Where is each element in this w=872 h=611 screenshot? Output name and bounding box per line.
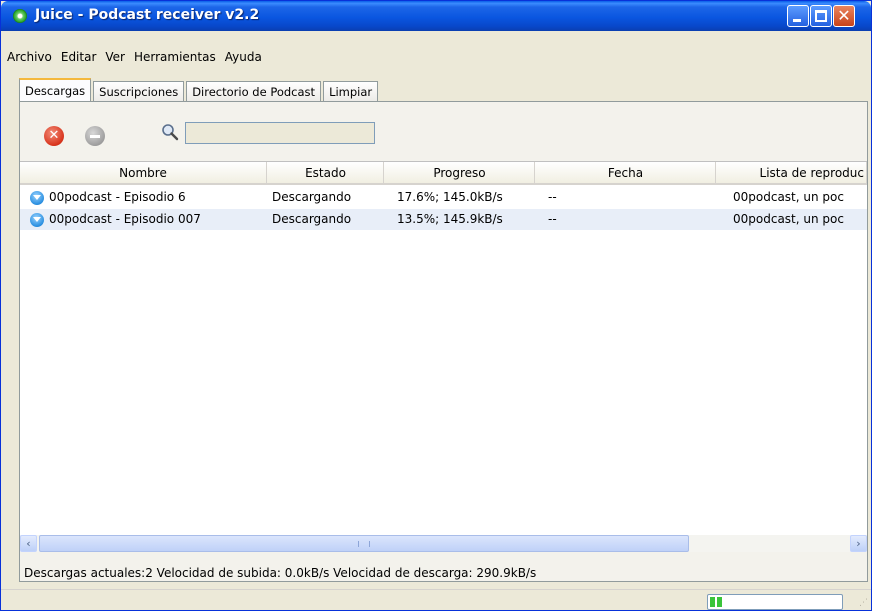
minimize-button[interactable] xyxy=(787,5,809,27)
column-header-nombre[interactable]: Nombre xyxy=(20,162,267,184)
cell-nombre: 00podcast - Episodio 6 xyxy=(49,190,186,204)
download-icon xyxy=(30,213,44,227)
menu-bar: Archivo Editar Ver Herramientas Ayuda xyxy=(1,46,871,68)
tab-descargas[interactable]: Descargas xyxy=(19,78,92,102)
app-logo-icon xyxy=(13,9,27,23)
cell-progreso: 17.6%; 145.0kB/s xyxy=(397,190,503,204)
minimize-icon xyxy=(793,19,801,22)
downloads-table: Nombre Estado Progreso Fecha Lista de re… xyxy=(20,161,867,535)
cell-progreso: 13.5%; 145.9kB/s xyxy=(397,212,503,226)
meter-fill xyxy=(710,597,723,607)
column-header-estado[interactable]: Estado xyxy=(268,162,384,184)
downloads-panel: ✕ Nombre Estado Progreso Fecha Lista de … xyxy=(19,101,868,582)
close-icon: ✕ xyxy=(837,6,851,25)
cell-estado: Descargando xyxy=(272,190,352,204)
maximize-icon xyxy=(815,10,827,22)
status-text: Descargas actuales:2 Velocidad de subida… xyxy=(24,566,537,580)
cell-nombre: 00podcast - Episodio 007 xyxy=(49,212,201,226)
bandwidth-meter xyxy=(707,594,843,610)
minus-icon[interactable] xyxy=(85,126,105,146)
maximize-button[interactable] xyxy=(810,5,832,27)
table-header: Nombre Estado Progreso Fecha Lista de re… xyxy=(20,162,867,185)
tab-suscripciones[interactable]: Suscripciones xyxy=(93,81,185,102)
tab-limpiar[interactable]: Limpiar xyxy=(323,81,379,102)
download-icon xyxy=(30,191,44,205)
column-header-lista[interactable]: Lista de reproduc xyxy=(717,162,867,184)
app-window: Juice - Podcast receiver v2.2 ✕ Archivo … xyxy=(0,0,872,611)
title-bar[interactable]: Juice - Podcast receiver v2.2 ✕ xyxy=(1,1,871,31)
tab-strip: Descargas Suscripciones Directorio de Po… xyxy=(19,78,380,102)
remove-icon[interactable]: ✕ xyxy=(44,126,64,146)
horizontal-scrollbar[interactable]: ‹ › xyxy=(20,535,867,552)
menu-editar[interactable]: Editar xyxy=(61,50,97,64)
column-header-fecha[interactable]: Fecha xyxy=(536,162,716,184)
tab-directorio-de-podcast[interactable]: Directorio de Podcast xyxy=(186,81,322,102)
cell-lista: 00podcast, un poc xyxy=(733,212,844,226)
table-row[interactable]: 00podcast - Episodio 007 Descargando 13.… xyxy=(20,209,867,230)
scroll-left-button[interactable]: ‹ xyxy=(20,535,37,552)
menu-ayuda[interactable]: Ayuda xyxy=(225,50,262,64)
window-title: Juice - Podcast receiver v2.2 xyxy=(35,7,260,23)
menu-ver[interactable]: Ver xyxy=(105,50,125,64)
menu-herramientas[interactable]: Herramientas xyxy=(134,50,216,64)
close-button[interactable]: ✕ xyxy=(833,5,855,27)
scroll-thumb[interactable] xyxy=(39,535,689,552)
scroll-right-button[interactable]: › xyxy=(850,535,867,552)
cell-fecha: -- xyxy=(548,212,557,226)
search-input[interactable] xyxy=(185,122,375,144)
cell-estado: Descargando xyxy=(272,212,352,226)
table-row[interactable]: 00podcast - Episodio 6 Descargando 17.6%… xyxy=(20,187,867,208)
column-header-progreso[interactable]: Progreso xyxy=(385,162,535,184)
cell-lista: 00podcast, un poc xyxy=(733,190,844,204)
cell-fecha: -- xyxy=(548,190,557,204)
search-icon xyxy=(162,124,179,141)
resize-grip-icon[interactable]: ⋰ xyxy=(859,598,869,608)
menu-archivo[interactable]: Archivo xyxy=(7,50,52,64)
status-bar: ⋰ xyxy=(1,589,871,610)
